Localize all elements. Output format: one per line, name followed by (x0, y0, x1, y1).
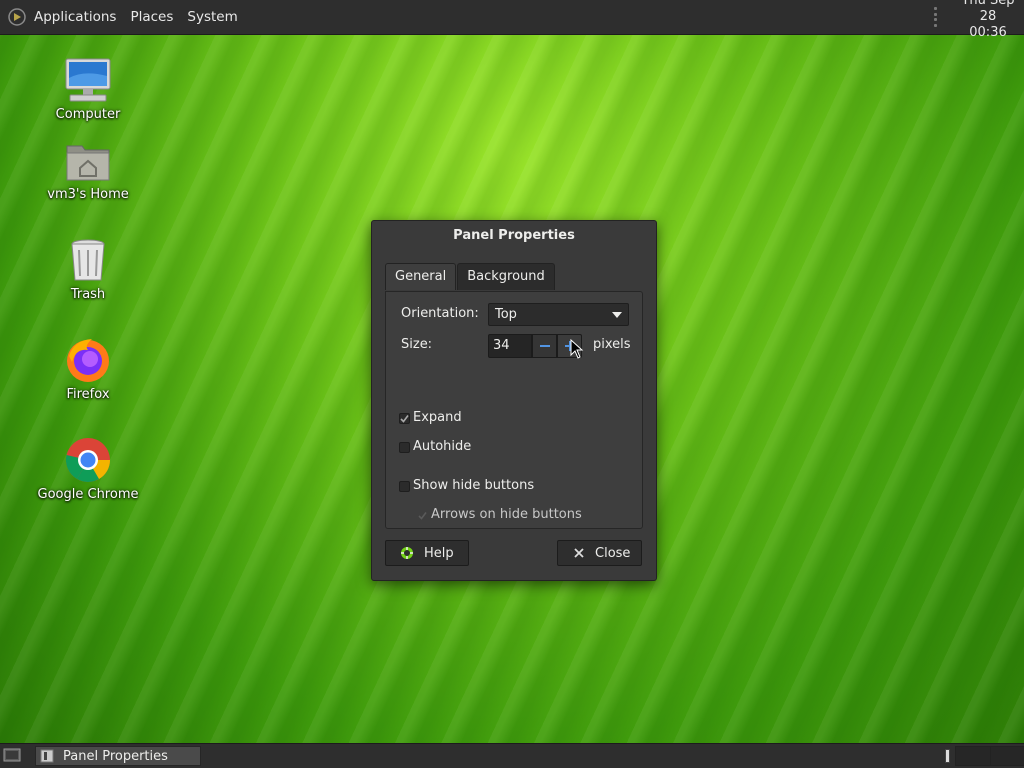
arrows-on-hide-buttons-label: Arrows on hide buttons (431, 507, 582, 522)
taskbar-item-panel-properties[interactable]: Panel Properties (35, 746, 201, 766)
show-hide-buttons-checkbox[interactable] (399, 481, 410, 492)
clock-time: 00:36 (969, 25, 1007, 40)
arrows-on-hide-buttons-checkbox[interactable] (417, 510, 428, 521)
close-button[interactable]: Close (557, 540, 642, 566)
clock-date: Thu Sep 28 (961, 0, 1015, 24)
expand-label: Expand (413, 410, 462, 425)
size-input[interactable]: 34 (488, 334, 532, 358)
desktop-icon-trash[interactable]: Trash (28, 236, 148, 302)
home-folder-icon (64, 136, 112, 184)
bottom-panel: Panel Properties (0, 743, 1024, 768)
applications-menu[interactable]: Applications (34, 9, 116, 25)
size-unit-label: pixels (593, 337, 631, 352)
desktop-icon-label: Firefox (66, 387, 110, 402)
close-button-label: Close (595, 545, 631, 561)
show-desktop-icon[interactable] (3, 748, 21, 763)
workspace-2[interactable] (990, 746, 1024, 766)
desktop-icon-chrome[interactable]: Google Chrome (28, 436, 148, 502)
workspace-1[interactable] (955, 746, 991, 766)
size-label: Size: (401, 337, 433, 352)
top-panel: Applications Places System Thu Sep 28 00… (0, 0, 1024, 40)
window-icon (40, 749, 54, 763)
desktop-icon-firefox[interactable]: Firefox (28, 336, 148, 402)
dropdown-arrow-icon (612, 311, 622, 318)
orientation-value: Top (495, 307, 517, 322)
desktop-icon-label: Computer (55, 107, 121, 122)
computer-icon (64, 56, 112, 104)
mouse-pointer-icon (570, 339, 584, 359)
checkmark-icon (400, 415, 409, 423)
desktop-icon-label: Trash (70, 287, 106, 302)
panel-handle[interactable] (934, 7, 938, 27)
tab-background[interactable]: Background (457, 263, 555, 290)
taskbar-item-label: Panel Properties (63, 748, 168, 764)
tab-bar: General Background (385, 263, 555, 291)
autohide-checkbox[interactable] (399, 442, 410, 453)
firefox-icon (64, 336, 112, 384)
system-menu[interactable]: System (187, 9, 237, 25)
panel-properties-dialog: Panel Properties General Background Orie… (371, 220, 657, 581)
places-menu[interactable]: Places (130, 9, 173, 25)
help-button[interactable]: Help (385, 540, 469, 566)
desktop-icon-label: Google Chrome (37, 487, 139, 502)
close-icon (574, 548, 584, 558)
autohide-label: Autohide (413, 439, 472, 454)
checkmark-icon (418, 512, 427, 520)
show-hide-buttons-label: Show hide buttons (413, 478, 535, 493)
minus-icon (539, 345, 550, 347)
dialog-title[interactable]: Panel Properties (372, 221, 656, 251)
orientation-label: Orientation: (401, 306, 479, 321)
desktop-icon-computer[interactable]: Computer (28, 56, 148, 122)
desktop-icon-label: vm3's Home (47, 187, 129, 202)
orientation-dropdown[interactable]: Top (488, 303, 629, 326)
help-button-label: Help (424, 545, 454, 561)
workspace-indicator-icon[interactable] (945, 749, 950, 763)
tab-general[interactable]: General (385, 263, 457, 290)
trash-icon (64, 236, 112, 284)
expand-checkbox[interactable] (399, 413, 410, 424)
menu-logo-icon[interactable] (7, 7, 27, 27)
chrome-icon (64, 436, 112, 484)
help-icon (401, 547, 413, 559)
size-decrement-button[interactable] (532, 334, 557, 358)
general-tab-content: Orientation: Top Size: 34 pixels Expand … (385, 291, 643, 529)
clock[interactable]: Thu Sep 28 00:36 (952, 0, 1024, 41)
desktop-icon-home[interactable]: vm3's Home (28, 136, 148, 202)
